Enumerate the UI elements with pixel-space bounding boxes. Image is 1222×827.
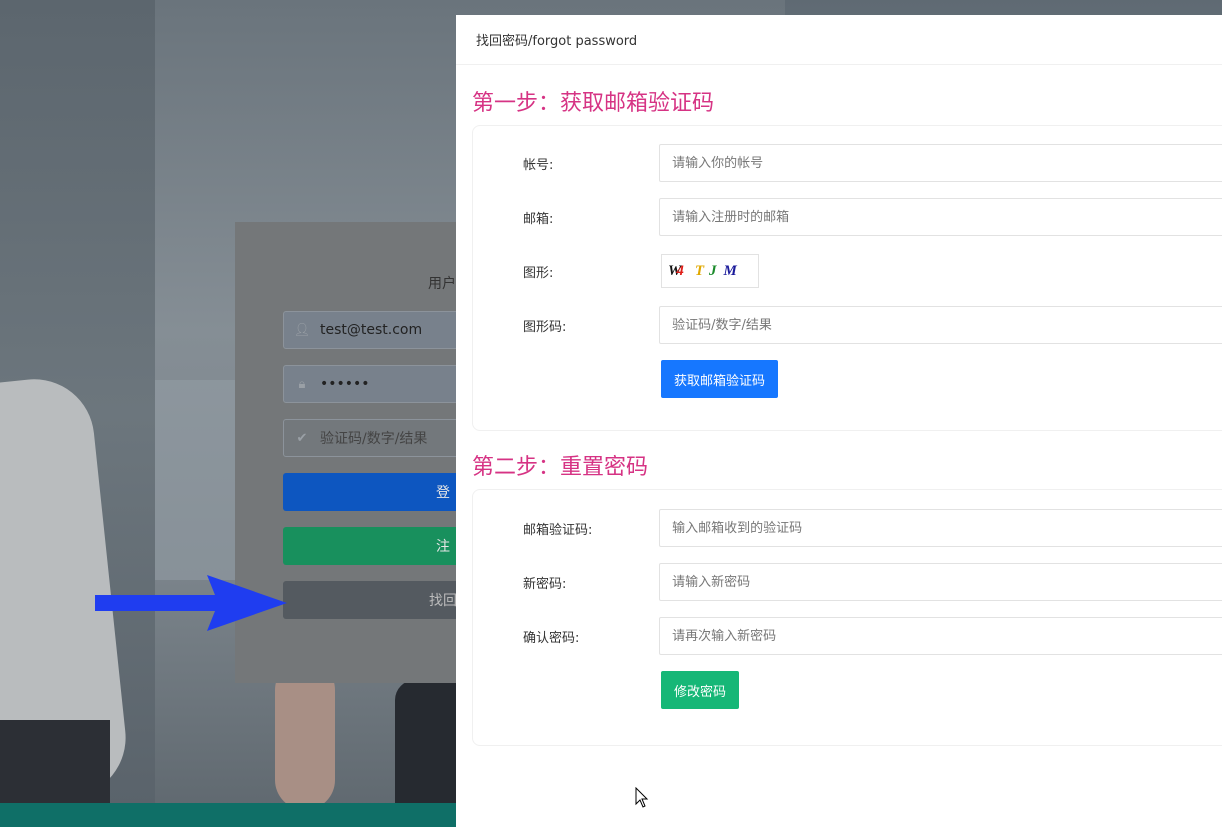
email-input[interactable]: [659, 198, 1222, 236]
confirm-password-row: 确认密码:: [473, 617, 1222, 655]
new-password-input[interactable]: [659, 563, 1222, 601]
email-code-input[interactable]: [659, 509, 1222, 547]
email-row: 邮箱:: [473, 198, 1222, 236]
login-email-value: test@test.com: [320, 322, 423, 338]
email-code-row: 邮箱验证码:: [473, 509, 1222, 547]
step2-heading: 第二步：重置密码: [472, 455, 649, 480]
captcha-char: 4: [676, 262, 685, 279]
confirm-password-input[interactable]: [659, 617, 1222, 655]
step1-card: 帐号: 邮箱: 图形: W 4 T J M 图形码: 获取邮箱验证码: [472, 125, 1222, 431]
background-figure-dark: [395, 680, 465, 810]
email-code-label: 邮箱验证码:: [523, 522, 593, 538]
confirm-password-label: 确认密码:: [523, 630, 580, 646]
graphic-row: 图形: W 4 T J M: [473, 252, 1222, 290]
login-password-value: ••••••: [320, 376, 370, 392]
captcha-char: M: [723, 262, 738, 279]
register-button-label: 注: [436, 539, 450, 555]
captcha-char: J: [709, 262, 718, 279]
login-button-label: 登: [436, 485, 450, 501]
get-email-code-button[interactable]: 获取邮箱验证码: [661, 360, 779, 398]
account-input[interactable]: [659, 144, 1222, 182]
graphic-label: 图形:: [523, 265, 554, 281]
login-captcha-placeholder: 验证码/数字/结果: [320, 431, 428, 447]
graphic-code-input[interactable]: [659, 306, 1222, 344]
user-icon: 👤︎: [293, 322, 311, 338]
modal-title: 找回密码/forgot password: [476, 34, 638, 49]
step1-button-row: 获取邮箱验证码: [473, 360, 1222, 398]
login-title: 用户: [428, 276, 456, 292]
email-label: 邮箱:: [523, 211, 554, 227]
captcha-char: T: [694, 262, 706, 279]
background-figure-pants: [0, 720, 110, 810]
graphic-code-row: 图形码:: [473, 306, 1222, 344]
account-label: 帐号:: [523, 157, 554, 173]
step1-heading: 第一步：获取邮箱验证码: [472, 91, 715, 116]
forgot-password-modal: 找回密码/forgot password 第一步：获取邮箱验证码 帐号: 邮箱:…: [456, 15, 1222, 827]
step2-button-row: 修改密码: [473, 671, 1222, 709]
captcha-image[interactable]: W 4 T J M: [661, 254, 759, 288]
change-password-button[interactable]: 修改密码: [661, 671, 740, 709]
modal-header: 找回密码/forgot password: [456, 15, 1222, 65]
check-icon: ✔: [296, 430, 308, 446]
account-row: 帐号:: [473, 144, 1222, 182]
new-password-label: 新密码:: [523, 576, 567, 592]
lock-icon: 🔒︎: [298, 376, 306, 392]
blue-arrow-icon: [95, 575, 287, 631]
graphic-code-label: 图形码:: [523, 319, 567, 335]
mouse-cursor-icon: [635, 787, 649, 808]
step2-card: 邮箱验证码: 新密码: 确认密码: 修改密码: [472, 489, 1222, 746]
new-password-row: 新密码:: [473, 563, 1222, 601]
forgot-password-button-label: 找回: [429, 593, 457, 609]
